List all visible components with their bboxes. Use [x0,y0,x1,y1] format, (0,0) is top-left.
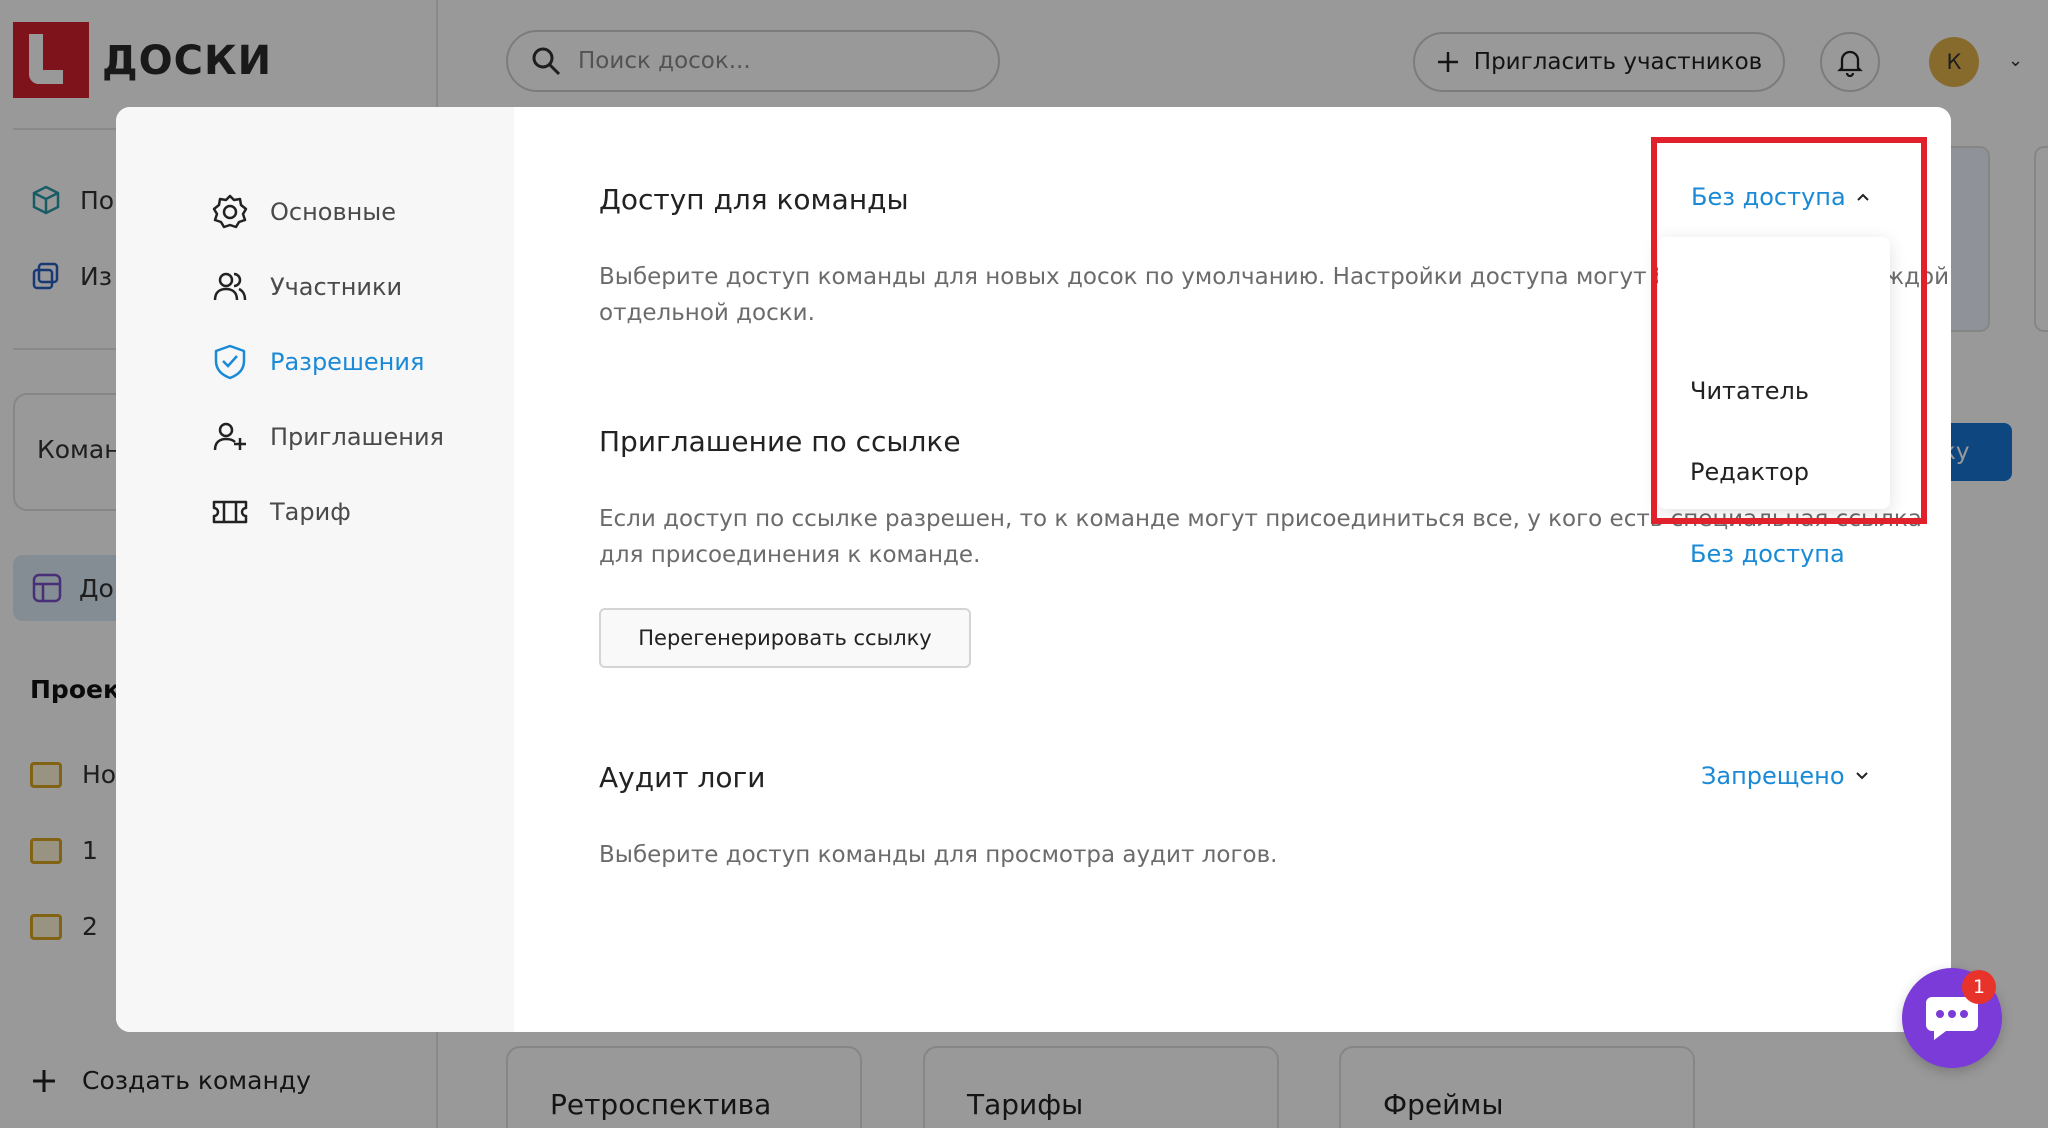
settings-nav-label: Разрешения [270,348,425,376]
settings-nav: Основные Участники Разрешения Приглашени… [116,107,514,1032]
users-icon [210,267,250,307]
audit-logs-select[interactable]: Запрещено [1701,762,1869,790]
user-plus-icon [210,417,250,457]
settings-nav-label: Участники [270,273,403,301]
settings-nav-label: Тариф [270,498,351,526]
audit-logs-value: Запрещено [1701,762,1845,790]
settings-nav-label: Приглашения [270,423,444,451]
shield-check-icon [210,342,250,382]
audit-logs-title: Аудит логи [599,761,766,794]
team-access-title: Доступ для команды [599,183,909,216]
audit-logs-description: Выберите доступ команды для просмотра ау… [599,842,1278,868]
gear-icon [210,192,250,232]
settings-nav-tariff[interactable]: Тариф [210,492,351,532]
chevron-down-icon [1855,772,1868,780]
settings-nav-invitations[interactable]: Приглашения [210,417,444,457]
highlight-annotation [1651,137,1927,524]
dropdown-option-no-access[interactable]: Без доступа [1690,540,1845,568]
link-invite-title: Приглашение по ссылке [599,425,961,458]
settings-nav-permissions[interactable]: Разрешения [210,342,424,382]
regenerate-link-button[interactable]: Перегенерировать ссылку [599,608,971,668]
settings-nav-label: Основные [270,198,397,226]
chat-unread-badge: 1 [1962,970,1996,1004]
settings-nav-general[interactable]: Основные [210,192,396,232]
ticket-icon [210,492,250,532]
settings-nav-members[interactable]: Участники [210,267,402,307]
